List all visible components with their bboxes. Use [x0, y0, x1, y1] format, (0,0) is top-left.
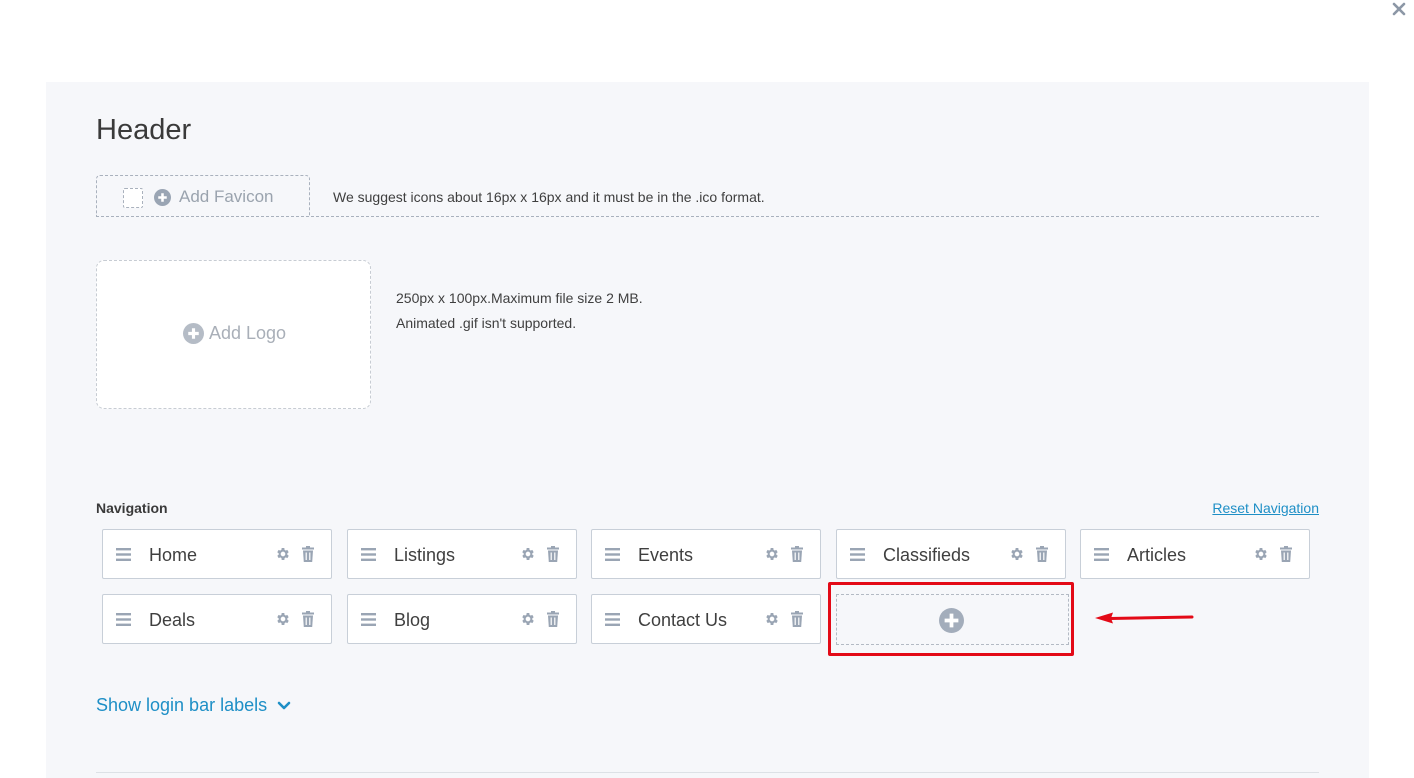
nav-item-label: Listings [394, 545, 456, 565]
gear-icon[interactable] [764, 611, 780, 627]
gear-icon[interactable] [520, 546, 536, 562]
drag-handle-icon[interactable] [1094, 548, 1109, 561]
trash-icon[interactable] [547, 611, 559, 627]
nav-item-home[interactable]: Home [102, 529, 332, 579]
nav-item-deals[interactable]: Deals [102, 594, 332, 644]
add-logo-button[interactable]: Add Logo [96, 260, 371, 409]
annotation-arrow-icon [1095, 612, 1194, 624]
nav-item-label: Events [638, 545, 694, 565]
add-favicon-label: Add Favicon [179, 187, 274, 206]
favicon-preview [123, 188, 143, 208]
nav-item-contact-us[interactable]: Contact Us [591, 594, 821, 644]
favicon-row: Add Favicon We suggest icons about 16px … [96, 175, 1319, 217]
chevron-down-icon [277, 701, 291, 709]
nav-item-label: Home [149, 545, 198, 565]
nav-item-classifieds[interactable]: Classifieds [836, 529, 1066, 579]
gear-icon[interactable] [1253, 546, 1269, 562]
close-icon[interactable] [1390, 0, 1410, 20]
add-navigation-item-button[interactable] [836, 594, 1069, 645]
trash-icon[interactable] [302, 546, 314, 562]
nav-item-blog[interactable]: Blog [347, 594, 577, 644]
gear-icon[interactable] [764, 546, 780, 562]
trash-icon[interactable] [1280, 546, 1292, 562]
navigation-label: Navigation [96, 500, 168, 516]
reset-navigation-link[interactable]: Reset Navigation [1212, 500, 1319, 516]
gear-icon[interactable] [275, 611, 291, 627]
trash-icon[interactable] [1036, 546, 1048, 562]
add-logo-label: Add Logo [209, 323, 287, 343]
plus-circle-icon [939, 608, 964, 633]
gear-icon[interactable] [1009, 546, 1025, 562]
gear-icon[interactable] [275, 546, 291, 562]
nav-item-label: Contact Us [638, 610, 728, 630]
trash-icon[interactable] [791, 546, 803, 562]
nav-item-label: Blog [394, 610, 431, 630]
drag-handle-icon[interactable] [605, 548, 620, 561]
nav-item-events[interactable]: Events [591, 529, 821, 579]
nav-item-listings[interactable]: Listings [347, 529, 577, 579]
nav-item-label: Deals [149, 610, 196, 630]
logo-hint-size: 250px x 100px.Maximum file size 2 MB. [396, 290, 643, 306]
nav-item-articles[interactable]: Articles [1080, 529, 1310, 579]
header-settings-panel: Header Add Favicon We suggest icons abou… [46, 82, 1369, 778]
add-logo: Add Logo [183, 323, 286, 344]
gear-icon[interactable] [520, 611, 536, 627]
trash-icon[interactable] [547, 546, 559, 562]
add-favicon: Add Favicon [154, 187, 274, 207]
nav-item-label: Classifieds [883, 545, 971, 565]
drag-handle-icon[interactable] [605, 613, 620, 626]
logo-hint-gif: Animated .gif isn't supported. [396, 315, 577, 331]
drag-handle-icon[interactable] [361, 613, 376, 626]
page-title: Header [96, 114, 192, 146]
drag-handle-icon[interactable] [116, 548, 131, 561]
nav-item-label: Articles [1127, 545, 1187, 565]
plus-circle-icon [154, 188, 171, 206]
drag-handle-icon[interactable] [361, 548, 376, 561]
drag-handle-icon[interactable] [850, 548, 865, 561]
trash-icon[interactable] [302, 611, 314, 627]
drag-handle-icon[interactable] [116, 613, 131, 626]
login-bar-label: Show login bar labels [96, 695, 268, 715]
plus-circle-icon [183, 323, 204, 344]
divider [96, 772, 1319, 773]
favicon-hint: We suggest icons about 16px x 16px and i… [333, 189, 765, 205]
show-login-bar-labels-toggle[interactable]: Show login bar labels [96, 695, 291, 716]
trash-icon[interactable] [791, 611, 803, 627]
add-favicon-button[interactable]: Add Favicon [96, 175, 310, 216]
